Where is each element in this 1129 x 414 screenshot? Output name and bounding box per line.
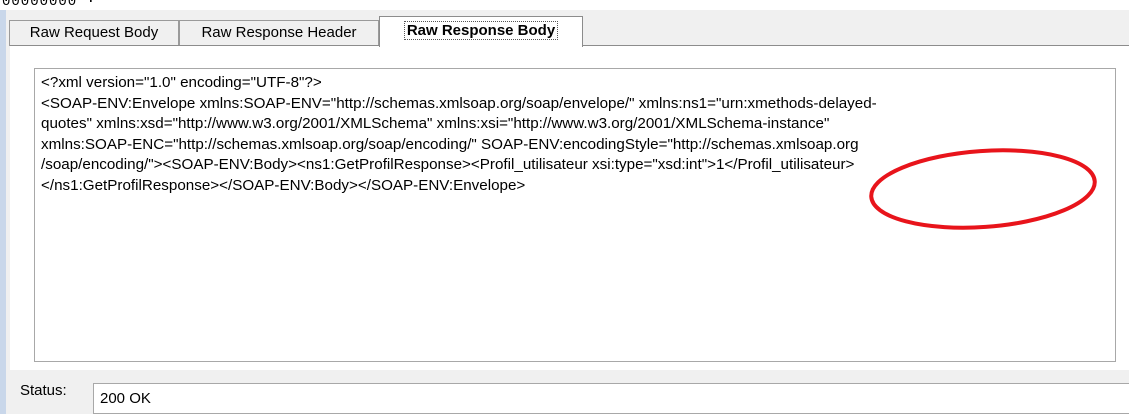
status-label: Status: [20,382,67,399]
response-line: </ns1:GetProfilResponse></SOAP-ENV:Body>… [41,176,526,194]
tab-raw-request-body[interactable]: Raw Request Body [9,20,179,46]
response-line: <SOAP-ENV:Envelope xmlns:SOAP-ENV="http:… [41,94,877,112]
tab-label: Raw Response Header [201,24,357,41]
status-row: Status: 200 OK [6,376,1129,414]
response-line: <?xml version="1.0" encoding="UTF-8"?> [41,74,322,91]
left-accent-bar [0,10,6,414]
tab-bar: Raw Request Body Raw Response Header Raw… [6,16,1129,47]
top-fragment-text: 00000000 · [2,0,97,10]
response-line: quotes" xmlns:xsd="http://www.w3.org/200… [41,115,830,132]
tab-label: Raw Response Body [403,21,559,40]
soap-response-viewer: 00000000 · Raw Request Body Raw Response… [0,0,1129,414]
tab-raw-response-body[interactable]: Raw Response Body [379,16,583,47]
tab-panel: <?xml version="1.0" encoding="UTF-8"?> <… [10,45,1129,370]
status-field[interactable]: 200 OK [93,383,1129,414]
response-body-textarea[interactable]: <?xml version="1.0" encoding="UTF-8"?> <… [34,68,1116,362]
status-value: 200 OK [100,390,151,407]
tab-raw-response-header[interactable]: Raw Response Header [179,20,379,46]
tab-label: Raw Request Body [29,24,159,41]
response-line: xmlns:SOAP-ENC="http://schemas.xmlsoap.o… [41,135,859,153]
response-line: /soap/encoding/"><SOAP-ENV:Body><ns1:Get… [41,156,855,173]
top-strip: 00000000 · [0,0,1129,10]
